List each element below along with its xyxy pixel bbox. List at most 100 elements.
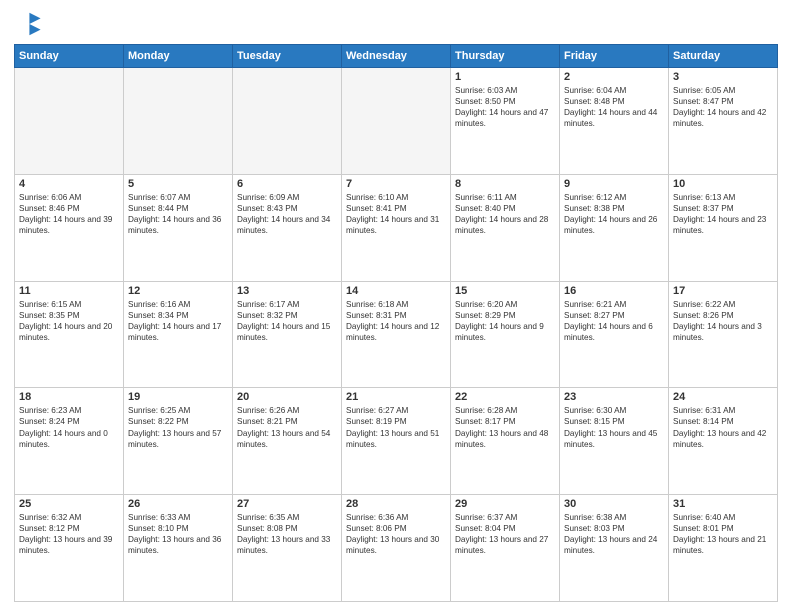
calendar-cell: 15 Sunrise: 6:20 AM Sunset: 8:29 PM Dayli…	[451, 281, 560, 388]
calendar-cell: 4 Sunrise: 6:06 AM Sunset: 8:46 PM Daylig…	[15, 174, 124, 281]
day-info: Sunrise: 6:22 AM Sunset: 8:26 PM Dayligh…	[673, 299, 773, 343]
day-number: 4	[19, 178, 119, 190]
day-info: Sunrise: 6:25 AM Sunset: 8:22 PM Dayligh…	[128, 405, 228, 449]
day-number: 8	[455, 178, 555, 190]
calendar-cell: 25 Sunrise: 6:32 AM Sunset: 8:12 PM Dayli…	[15, 495, 124, 602]
day-info: Sunrise: 6:20 AM Sunset: 8:29 PM Dayligh…	[455, 299, 555, 343]
day-info: Sunrise: 6:09 AM Sunset: 8:43 PM Dayligh…	[237, 192, 337, 236]
day-number: 25	[19, 498, 119, 510]
calendar-cell: 29 Sunrise: 6:37 AM Sunset: 8:04 PM Dayli…	[451, 495, 560, 602]
day-info: Sunrise: 6:03 AM Sunset: 8:50 PM Dayligh…	[455, 85, 555, 129]
calendar-cell: 21 Sunrise: 6:27 AM Sunset: 8:19 PM Dayli…	[342, 388, 451, 495]
calendar-cell	[233, 68, 342, 175]
day-info: Sunrise: 6:32 AM Sunset: 8:12 PM Dayligh…	[19, 512, 119, 556]
calendar-cell: 28Sunrise: 6:36 AM Sunset: 8:06 PM Dayli…	[342, 495, 451, 602]
calendar-cell: 1 Sunrise: 6:03 AM Sunset: 8:50 PM Daylig…	[451, 68, 560, 175]
calendar-cell	[15, 68, 124, 175]
day-info: Sunrise: 6:16 AM Sunset: 8:34 PM Dayligh…	[128, 299, 228, 343]
week-row-3: 11 Sunrise: 6:15 AM Sunset: 8:35 PM Dayli…	[15, 281, 778, 388]
day-number: 27	[237, 498, 337, 510]
day-info: Sunrise: 6:40 AM Sunset: 8:01 PM Dayligh…	[673, 512, 773, 556]
day-number: 13	[237, 285, 337, 297]
calendar-cell: 20 Sunrise: 6:26 AM Sunset: 8:21 PM Dayli…	[233, 388, 342, 495]
day-header-thursday: Thursday	[451, 45, 560, 68]
day-info: Sunrise: 6:12 AM Sunset: 8:38 PM Dayligh…	[564, 192, 664, 236]
week-row-4: 18Sunrise: 6:23 AM Sunset: 8:24 PM Dayli…	[15, 388, 778, 495]
day-number: 17	[673, 285, 773, 297]
calendar-cell: 31 Sunrise: 6:40 AM Sunset: 8:01 PM Dayli…	[669, 495, 778, 602]
day-number: 12	[128, 285, 228, 297]
page: SundayMondayTuesdayWednesdayThursdayFrid…	[0, 0, 792, 612]
day-info: Sunrise: 6:10 AM Sunset: 8:41 PM Dayligh…	[346, 192, 446, 236]
day-number: 9	[564, 178, 664, 190]
day-number: 22	[455, 391, 555, 403]
day-info: Sunrise: 6:26 AM Sunset: 8:21 PM Dayligh…	[237, 405, 337, 449]
calendar-cell: 18Sunrise: 6:23 AM Sunset: 8:24 PM Dayli…	[15, 388, 124, 495]
day-header-monday: Monday	[124, 45, 233, 68]
calendar-cell: 19Sunrise: 6:25 AM Sunset: 8:22 PM Dayli…	[124, 388, 233, 495]
calendar-cell: 24Sunrise: 6:31 AM Sunset: 8:14 PM Dayli…	[669, 388, 778, 495]
day-info: Sunrise: 6:17 AM Sunset: 8:32 PM Dayligh…	[237, 299, 337, 343]
day-number: 7	[346, 178, 446, 190]
day-number: 1	[455, 71, 555, 83]
week-row-1: 1 Sunrise: 6:03 AM Sunset: 8:50 PM Daylig…	[15, 68, 778, 175]
day-number: 10	[673, 178, 773, 190]
day-header-wednesday: Wednesday	[342, 45, 451, 68]
calendar-cell: 8 Sunrise: 6:11 AM Sunset: 8:40 PM Daylig…	[451, 174, 560, 281]
day-info: Sunrise: 6:33 AM Sunset: 8:10 PM Dayligh…	[128, 512, 228, 556]
day-info: Sunrise: 6:28 AM Sunset: 8:17 PM Dayligh…	[455, 405, 555, 449]
calendar-cell: 13 Sunrise: 6:17 AM Sunset: 8:32 PM Dayli…	[233, 281, 342, 388]
calendar-cell	[342, 68, 451, 175]
day-info: Sunrise: 6:37 AM Sunset: 8:04 PM Dayligh…	[455, 512, 555, 556]
calendar-cell: 16 Sunrise: 6:21 AM Sunset: 8:27 PM Dayli…	[560, 281, 669, 388]
day-header-saturday: Saturday	[669, 45, 778, 68]
day-info: Sunrise: 6:31 AM Sunset: 8:14 PM Dayligh…	[673, 405, 773, 449]
calendar-cell: 2Sunrise: 6:04 AM Sunset: 8:48 PM Daylig…	[560, 68, 669, 175]
calendar-cell: 9 Sunrise: 6:12 AM Sunset: 8:38 PM Daylig…	[560, 174, 669, 281]
day-number: 26	[128, 498, 228, 510]
day-header-sunday: Sunday	[15, 45, 124, 68]
day-number: 11	[19, 285, 119, 297]
day-number: 20	[237, 391, 337, 403]
calendar-cell: 10 Sunrise: 6:13 AM Sunset: 8:37 PM Dayli…	[669, 174, 778, 281]
header-row: SundayMondayTuesdayWednesdayThursdayFrid…	[15, 45, 778, 68]
day-number: 5	[128, 178, 228, 190]
calendar-cell: 6 Sunrise: 6:09 AM Sunset: 8:43 PM Daylig…	[233, 174, 342, 281]
day-info: Sunrise: 6:35 AM Sunset: 8:08 PM Dayligh…	[237, 512, 337, 556]
calendar-cell: 26 Sunrise: 6:33 AM Sunset: 8:10 PM Dayli…	[124, 495, 233, 602]
day-header-friday: Friday	[560, 45, 669, 68]
day-info: Sunrise: 6:13 AM Sunset: 8:37 PM Dayligh…	[673, 192, 773, 236]
day-number: 23	[564, 391, 664, 403]
day-number: 30	[564, 498, 664, 510]
day-number: 6	[237, 178, 337, 190]
day-number: 21	[346, 391, 446, 403]
day-number: 16	[564, 285, 664, 297]
day-info: Sunrise: 6:21 AM Sunset: 8:27 PM Dayligh…	[564, 299, 664, 343]
day-header-tuesday: Tuesday	[233, 45, 342, 68]
day-info: Sunrise: 6:38 AM Sunset: 8:03 PM Dayligh…	[564, 512, 664, 556]
calendar-cell: 22 Sunrise: 6:28 AM Sunset: 8:17 PM Dayli…	[451, 388, 560, 495]
week-row-2: 4 Sunrise: 6:06 AM Sunset: 8:46 PM Daylig…	[15, 174, 778, 281]
day-info: Sunrise: 6:30 AM Sunset: 8:15 PM Dayligh…	[564, 405, 664, 449]
calendar-cell: 7 Sunrise: 6:10 AM Sunset: 8:41 PM Daylig…	[342, 174, 451, 281]
calendar-cell: 30 Sunrise: 6:38 AM Sunset: 8:03 PM Dayli…	[560, 495, 669, 602]
logo	[14, 10, 46, 38]
day-info: Sunrise: 6:36 AM Sunset: 8:06 PM Dayligh…	[346, 512, 446, 556]
header	[14, 10, 778, 38]
day-number: 15	[455, 285, 555, 297]
day-number: 3	[673, 71, 773, 83]
day-number: 29	[455, 498, 555, 510]
day-info: Sunrise: 6:06 AM Sunset: 8:46 PM Dayligh…	[19, 192, 119, 236]
day-number: 31	[673, 498, 773, 510]
logo-icon	[14, 10, 42, 38]
calendar-cell: 11 Sunrise: 6:15 AM Sunset: 8:35 PM Dayli…	[15, 281, 124, 388]
day-info: Sunrise: 6:27 AM Sunset: 8:19 PM Dayligh…	[346, 405, 446, 449]
calendar-cell: 27 Sunrise: 6:35 AM Sunset: 8:08 PM Dayli…	[233, 495, 342, 602]
day-info: Sunrise: 6:23 AM Sunset: 8:24 PM Dayligh…	[19, 405, 119, 449]
day-info: Sunrise: 6:15 AM Sunset: 8:35 PM Dayligh…	[19, 299, 119, 343]
calendar-cell: 12 Sunrise: 6:16 AM Sunset: 8:34 PM Dayli…	[124, 281, 233, 388]
calendar-cell: 3Sunrise: 6:05 AM Sunset: 8:47 PM Daylig…	[669, 68, 778, 175]
day-info: Sunrise: 6:11 AM Sunset: 8:40 PM Dayligh…	[455, 192, 555, 236]
day-number: 2	[564, 71, 664, 83]
calendar-cell	[124, 68, 233, 175]
